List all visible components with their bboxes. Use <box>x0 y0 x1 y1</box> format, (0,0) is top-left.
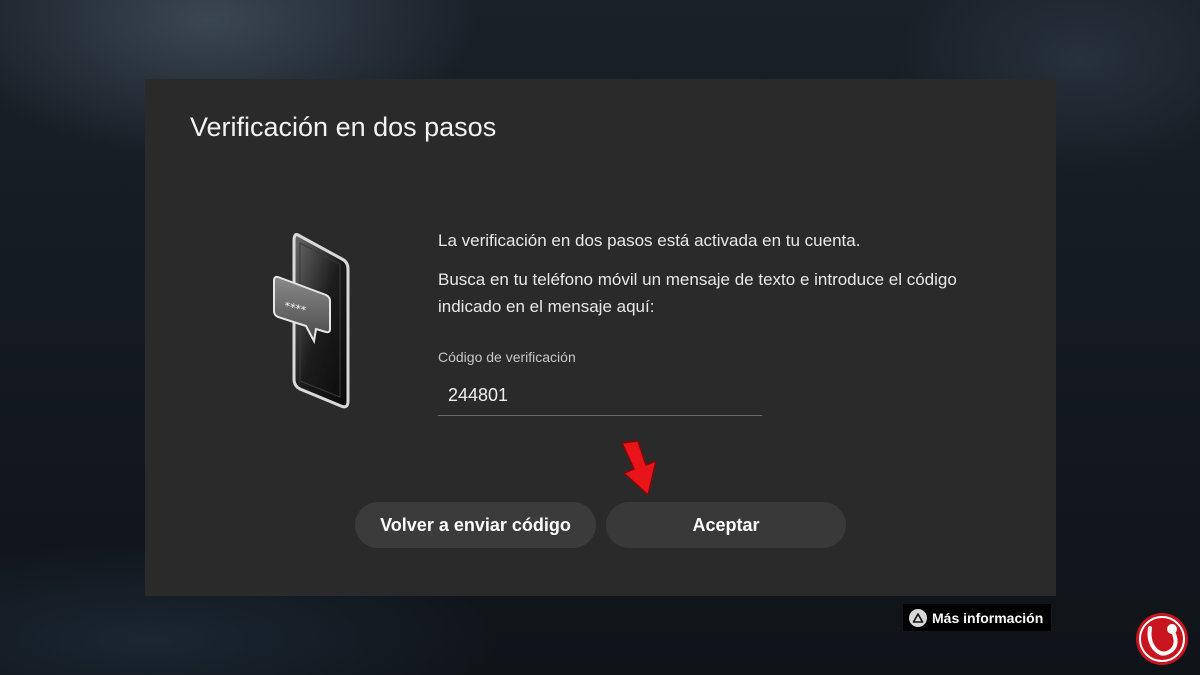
code-field-label: Código de verificación <box>438 349 576 365</box>
instructions-message: Busca en tu teléfono móvil un mensaje de… <box>438 270 957 316</box>
more-info-hint[interactable]: Más información <box>903 604 1052 631</box>
dialog-title: Verificación en dos pasos <box>190 112 497 142</box>
red-arrow-icon <box>621 440 657 496</box>
logo <box>1136 613 1188 665</box>
phone-sms-code-icon: **** <box>273 233 350 409</box>
dialog-content: La verificación en dos pasos está activa… <box>438 229 998 416</box>
verification-active-message: La verificación en dos pasos está activa… <box>438 231 861 250</box>
accept-button[interactable]: Aceptar <box>606 502 846 548</box>
triangle-button-icon <box>909 608 927 627</box>
two-step-verification-dialog: Verificación en dos pasos **** La verifi… <box>145 79 1056 596</box>
more-info-label: Más información <box>932 609 1044 626</box>
verification-code-input[interactable] <box>438 376 762 416</box>
resend-code-button[interactable]: Volver a enviar código <box>355 502 596 548</box>
